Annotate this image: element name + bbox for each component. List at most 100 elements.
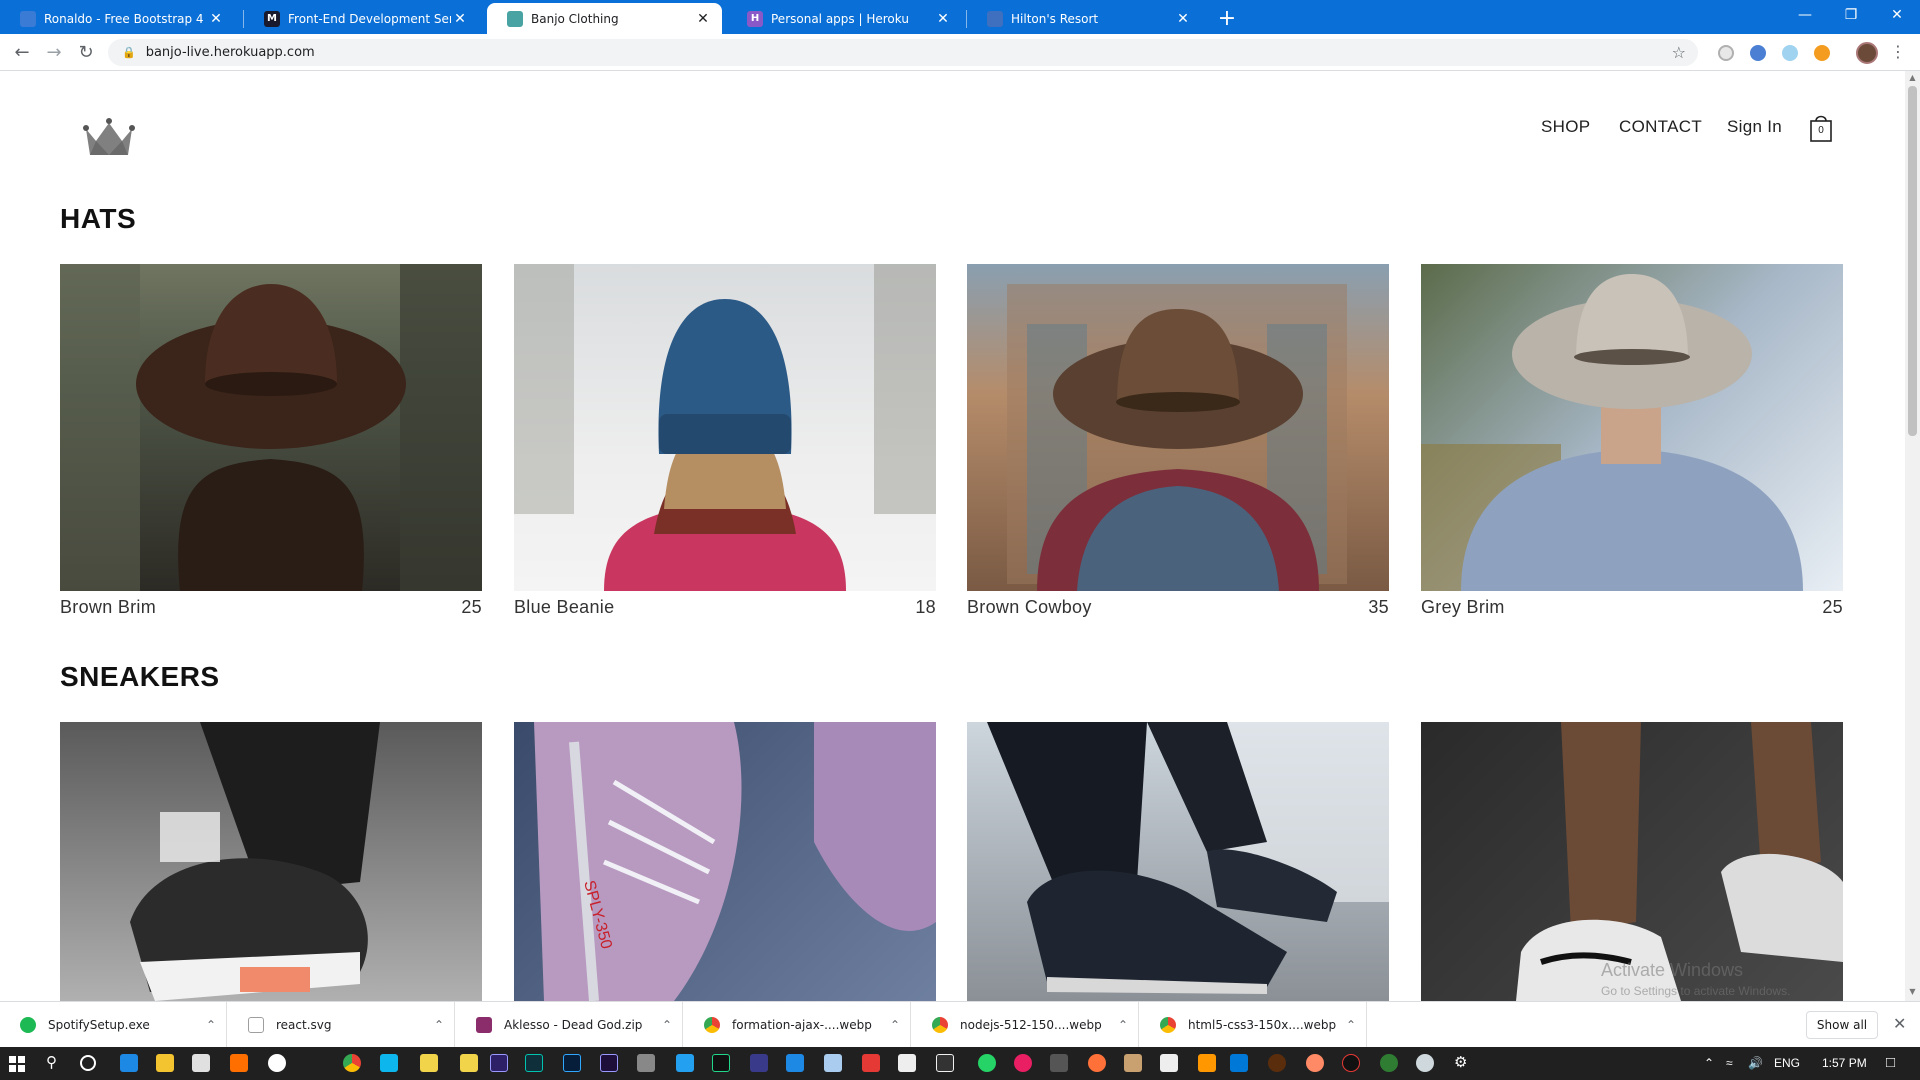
notifications-icon[interactable]: □ xyxy=(1886,1054,1895,1071)
download-item[interactable]: SpotifySetup.exe ⌃ xyxy=(0,1002,227,1048)
product-card[interactable] xyxy=(60,722,482,1001)
app-icon[interactable] xyxy=(460,1054,478,1072)
restore-window-icon[interactable]: ❐ xyxy=(1828,0,1874,30)
section-title-hats[interactable]: HATS xyxy=(60,203,136,235)
browser-tab[interactable]: H Personal apps | Heroku ✕ xyxy=(727,3,962,34)
product-card[interactable] xyxy=(967,722,1389,1001)
app-icon[interactable] xyxy=(936,1054,954,1072)
app-icon[interactable] xyxy=(1124,1054,1142,1072)
premiere-icon[interactable] xyxy=(600,1054,618,1072)
download-item[interactable]: formation-ajax-....webp ⌃ xyxy=(684,1002,911,1048)
search-icon[interactable]: ⚲ xyxy=(46,1053,57,1071)
tab-close-icon[interactable]: ✕ xyxy=(694,10,712,28)
profile-avatar[interactable] xyxy=(1856,42,1878,64)
edge-icon[interactable] xyxy=(120,1054,138,1072)
app-icon[interactable] xyxy=(268,1054,286,1072)
app-icon[interactable] xyxy=(1306,1054,1324,1072)
volume-icon[interactable]: 🔊 xyxy=(1748,1056,1763,1070)
app-icon[interactable] xyxy=(380,1054,398,1072)
product-card[interactable]: SPLY-350 xyxy=(514,722,936,1001)
scroll-up-icon[interactable]: ▲ xyxy=(1908,73,1917,82)
section-title-sneakers[interactable]: SNEAKERS xyxy=(60,661,220,693)
app-icon[interactable] xyxy=(898,1054,916,1072)
browser-tab-active[interactable]: Banjo Clothing ✕ xyxy=(487,3,722,34)
app-icon[interactable] xyxy=(1198,1054,1216,1072)
file-explorer-icon[interactable] xyxy=(156,1054,174,1072)
product-card[interactable]: Activate Windows Go to Settings to activ… xyxy=(1421,722,1843,1001)
extension-icon[interactable] xyxy=(1750,45,1766,61)
chrome-taskbar-icon[interactable] xyxy=(343,1054,361,1072)
browser-tab[interactable]: M Front-End Development Services ✕ xyxy=(244,3,479,34)
nav-shop-link[interactable]: SHOP xyxy=(1541,117,1590,137)
reload-icon[interactable]: ↻ xyxy=(72,38,100,66)
wifi-icon[interactable]: ≈ xyxy=(1726,1056,1733,1070)
download-item[interactable]: html5-css3-150x....webp ⌃ xyxy=(1140,1002,1367,1048)
address-bar[interactable]: 🔒 banjo-live.herokuapp.com ☆ xyxy=(108,39,1698,66)
close-window-icon[interactable]: ✕ xyxy=(1874,0,1920,30)
extension-icon[interactable] xyxy=(1782,45,1798,61)
browser-tab[interactable]: Hilton's Resort ✕ xyxy=(967,3,1202,34)
new-tab-button[interactable]: + xyxy=(1214,5,1240,31)
app-icon[interactable] xyxy=(637,1054,655,1072)
sublime-icon[interactable] xyxy=(230,1054,248,1072)
show-all-downloads-button[interactable]: Show all xyxy=(1806,1011,1878,1039)
chevron-up-icon[interactable]: ⌃ xyxy=(196,1018,226,1032)
task-view-icon[interactable] xyxy=(80,1055,96,1071)
cart-icon[interactable]: 0 xyxy=(1809,113,1835,143)
chevron-up-icon[interactable]: ⌃ xyxy=(652,1018,682,1032)
audition-icon[interactable] xyxy=(525,1054,543,1072)
page-scrollbar[interactable]: ▲ ▼ xyxy=(1905,71,1920,1001)
extension-icon[interactable] xyxy=(1814,45,1830,61)
download-item[interactable]: Aklesso - Dead God.zip ⌃ xyxy=(456,1002,683,1048)
show-hidden-icons-icon[interactable]: ⌃ xyxy=(1704,1056,1714,1070)
tab-close-icon[interactable]: ✕ xyxy=(207,10,225,28)
store-icon[interactable] xyxy=(192,1054,210,1072)
product-card[interactable]: Blue Beanie 18 xyxy=(514,264,936,618)
app-icon[interactable] xyxy=(676,1054,694,1072)
settings-gear-icon[interactable]: ⚙ xyxy=(1454,1053,1467,1071)
vscode-icon[interactable] xyxy=(1230,1054,1248,1072)
download-item[interactable]: nodejs-512-150....webp ⌃ xyxy=(912,1002,1139,1048)
forward-arrow-icon[interactable]: → xyxy=(40,38,68,66)
photoshop-icon[interactable] xyxy=(563,1054,581,1072)
app-icon[interactable] xyxy=(1268,1054,1286,1072)
app-icon[interactable] xyxy=(1014,1054,1032,1072)
chevron-up-icon[interactable]: ⌃ xyxy=(424,1018,454,1032)
extension-icon[interactable] xyxy=(1718,45,1734,61)
chevron-up-icon[interactable]: ⌃ xyxy=(880,1018,910,1032)
app-icon[interactable] xyxy=(1050,1054,1068,1072)
back-arrow-icon[interactable]: ← xyxy=(8,38,36,66)
windows-start-icon[interactable] xyxy=(9,1056,25,1072)
app-icon[interactable] xyxy=(786,1054,804,1072)
nav-sign-in-link[interactable]: Sign In xyxy=(1727,117,1782,137)
tab-close-icon[interactable]: ✕ xyxy=(451,10,469,28)
crown-logo-icon[interactable] xyxy=(82,115,136,159)
firefox-icon[interactable] xyxy=(1088,1054,1106,1072)
app-icon[interactable] xyxy=(1342,1054,1360,1072)
nav-contact-link[interactable]: CONTACT xyxy=(1619,117,1702,137)
app-icon[interactable] xyxy=(1380,1054,1398,1072)
minimize-window-icon[interactable]: — xyxy=(1782,0,1828,30)
chevron-up-icon[interactable]: ⌃ xyxy=(1108,1018,1138,1032)
whatsapp-icon[interactable] xyxy=(978,1054,996,1072)
app-icon[interactable] xyxy=(1160,1054,1178,1072)
bookmark-star-icon[interactable]: ☆ xyxy=(1672,43,1686,62)
app-icon[interactable] xyxy=(420,1054,438,1072)
browser-tab[interactable]: Ronaldo - Free Bootstrap 4 Temp ✕ xyxy=(0,3,235,34)
app-icon[interactable] xyxy=(750,1054,768,1072)
after-effects-icon[interactable] xyxy=(490,1054,508,1072)
chevron-up-icon[interactable]: ⌃ xyxy=(1336,1018,1366,1032)
language-indicator[interactable]: ENG xyxy=(1774,1056,1800,1070)
download-item[interactable]: react.svg ⌃ xyxy=(228,1002,455,1048)
scrollbar-thumb[interactable] xyxy=(1908,86,1917,436)
pycharm-icon[interactable] xyxy=(712,1054,730,1072)
browser-menu-icon[interactable]: ⋮ xyxy=(1890,42,1906,61)
app-icon[interactable] xyxy=(824,1054,842,1072)
tab-close-icon[interactable]: ✕ xyxy=(1174,10,1192,28)
tab-close-icon[interactable]: ✕ xyxy=(934,10,952,28)
scroll-down-icon[interactable]: ▼ xyxy=(1908,987,1917,996)
product-card[interactable]: Brown Brim 25 xyxy=(60,264,482,618)
close-shelf-icon[interactable]: ✕ xyxy=(1893,1014,1906,1033)
product-card[interactable]: Grey Brim 25 xyxy=(1421,264,1843,618)
clock[interactable]: 1:57 PM xyxy=(1822,1056,1867,1070)
